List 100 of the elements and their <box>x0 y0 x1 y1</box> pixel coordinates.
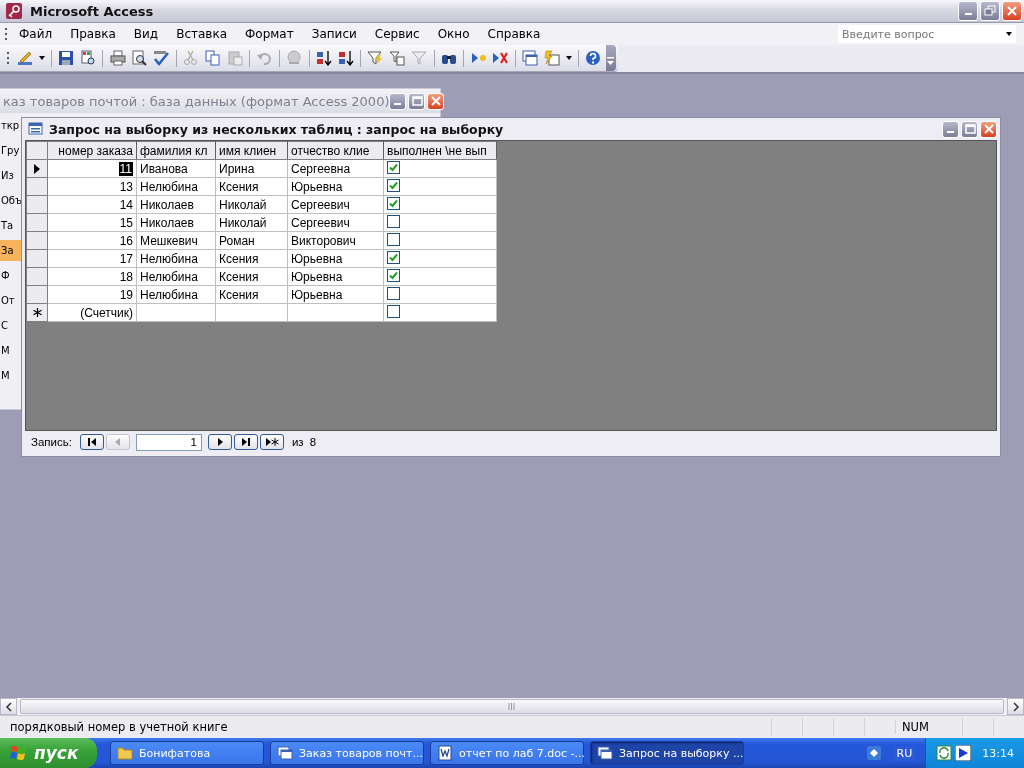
taskbar-button[interactable]: отчет по лаб 7.doc -... <box>430 741 584 765</box>
grip-handle-icon[interactable] <box>4 27 8 41</box>
table-cell: 13 <box>47 177 137 196</box>
menu-item[interactable]: Записи <box>304 25 364 43</box>
sort-ascending-icon[interactable] <box>315 50 332 66</box>
minimize-button[interactable] <box>942 120 959 138</box>
checkbox[interactable] <box>387 160 400 174</box>
sidebar-item[interactable]: За <box>0 240 21 261</box>
taskbar-button[interactable]: Запрос на выборку ... <box>590 741 744 765</box>
database-window-icon[interactable] <box>522 50 539 66</box>
caret-icon <box>1005 31 1013 37</box>
scroll-left-icon[interactable] <box>4 701 13 712</box>
delete-record-icon[interactable] <box>492 50 509 66</box>
sidebar-item[interactable]: С <box>0 315 21 336</box>
new-record-icon <box>264 437 279 447</box>
next-record-button[interactable] <box>207 434 232 450</box>
menu-item[interactable]: Сервис <box>367 25 427 43</box>
column-header[interactable]: имя клиен <box>215 141 288 160</box>
sort-descending-icon[interactable] <box>337 50 354 66</box>
table-cell: 14 <box>47 195 137 214</box>
last-record-button[interactable] <box>233 434 258 450</box>
scroll-right-icon[interactable] <box>1011 701 1020 712</box>
sidebar-item[interactable]: Гру <box>0 140 21 161</box>
checkbox[interactable] <box>387 286 400 300</box>
record-number-field[interactable]: 1 <box>135 433 202 451</box>
menu-item[interactable]: Формат <box>238 25 301 43</box>
sidebar-item[interactable]: От <box>0 290 21 311</box>
sidebar-item[interactable]: Объ <box>0 190 21 211</box>
pencil-ruler-icon[interactable] <box>16 50 33 66</box>
table-cell: (Счетчик) <box>47 303 137 322</box>
taskbar-button[interactable]: Бонифатова <box>110 741 264 765</box>
language-indicator[interactable]: RU <box>893 745 916 761</box>
copy-icon[interactable] <box>204 50 221 66</box>
help-search-field[interactable]: Введите вопрос <box>838 25 1002 43</box>
checkbox[interactable] <box>387 196 400 210</box>
sync-icon[interactable] <box>936 745 953 761</box>
checkbox[interactable] <box>387 268 400 282</box>
new-record-icon[interactable] <box>470 50 487 66</box>
filter-lightning-icon[interactable] <box>367 50 384 66</box>
print-preview-icon[interactable] <box>131 50 148 66</box>
language-bar-icon[interactable] <box>865 745 882 761</box>
grip-icon <box>508 703 516 710</box>
close-button[interactable] <box>1002 1 1022 21</box>
close-button[interactable] <box>427 92 445 110</box>
keyboard-indicator: NUM <box>895 720 962 734</box>
first-record-button[interactable] <box>79 434 104 450</box>
checkbox[interactable] <box>387 304 400 318</box>
table-cell: Мешкевич <box>136 231 216 250</box>
minimize-button[interactable] <box>389 92 407 110</box>
menu-item[interactable]: Окно <box>430 25 477 43</box>
dropdown-button[interactable] <box>1002 25 1016 43</box>
column-header[interactable]: номер заказа <box>47 141 137 160</box>
record-count: 8 <box>309 436 317 448</box>
sidebar-item[interactable]: Та <box>0 215 21 236</box>
restore-button[interactable] <box>980 1 1000 21</box>
filter-form-icon[interactable] <box>389 50 406 66</box>
checkbox[interactable] <box>387 178 400 192</box>
taskbar-button[interactable]: Заказ товаров почт... <box>270 741 424 765</box>
sidebar-item[interactable]: М <box>0 340 21 361</box>
table-cell: Ксения <box>215 177 288 196</box>
printer-icon[interactable] <box>109 50 126 66</box>
sidebar-item[interactable]: Ф <box>0 265 21 286</box>
menu-item[interactable]: Справка <box>480 25 548 43</box>
menu-item[interactable]: Вставка <box>169 25 234 43</box>
minimize-button[interactable] <box>958 1 978 21</box>
menu-item[interactable]: Вид <box>126 25 166 43</box>
menu-item[interactable]: Правка <box>63 25 123 43</box>
sidebar-item[interactable]: ткр <box>0 115 21 136</box>
horizontal-scrollbar[interactable] <box>0 698 1024 715</box>
new-record-button[interactable] <box>259 434 284 450</box>
checkbox[interactable] <box>387 250 400 264</box>
query-icon <box>28 122 44 136</box>
spelling-check-icon[interactable] <box>153 50 170 66</box>
help-icon[interactable] <box>585 50 602 66</box>
table-cell: Николай <box>215 213 288 232</box>
maximize-button[interactable] <box>408 92 426 110</box>
save-icon[interactable] <box>58 50 75 66</box>
column-header[interactable]: отчество клие <box>287 141 384 160</box>
scrollbar-thumb[interactable] <box>20 699 1004 714</box>
checkbox[interactable] <box>387 214 400 228</box>
grip-handle-icon[interactable] <box>6 50 11 66</box>
window-title: Microsoft Access <box>30 3 154 19</box>
menu-item[interactable]: Файл <box>12 25 60 43</box>
sidebar-item[interactable]: М <box>0 365 21 386</box>
minimize-icon <box>964 13 972 15</box>
table-cell: Нелюбина <box>136 177 216 196</box>
file-search-icon[interactable] <box>79 50 96 66</box>
column-header[interactable]: фамилия кл <box>136 141 216 160</box>
table-cell: Николаев <box>136 195 216 214</box>
table-cell: Сергеевич <box>287 213 384 232</box>
toolbar-options-icon[interactable] <box>607 57 615 67</box>
sidebar-item[interactable]: Из <box>0 165 21 186</box>
column-header[interactable]: выполнен \не вып <box>383 141 497 160</box>
table-cell: Юрьевна <box>287 285 384 304</box>
table-cell: Роман <box>215 231 288 250</box>
maximize-button[interactable] <box>961 120 978 138</box>
checkbox[interactable] <box>387 232 400 246</box>
close-button[interactable] <box>980 120 997 138</box>
play-icon[interactable] <box>955 745 972 761</box>
table-cell: Иванова <box>136 159 216 178</box>
